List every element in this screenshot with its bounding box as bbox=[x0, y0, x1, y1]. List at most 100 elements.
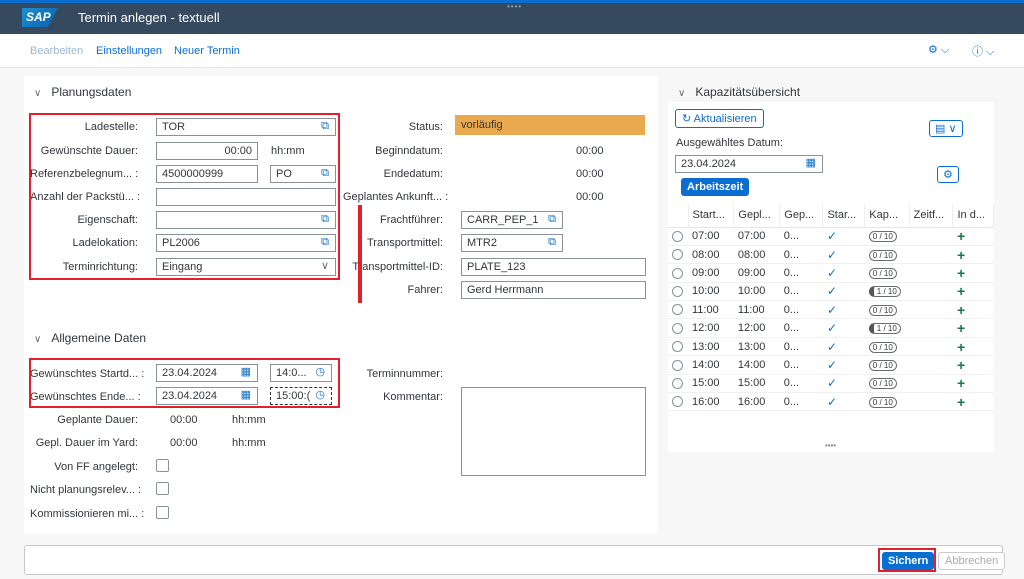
select-cell[interactable] bbox=[668, 318, 688, 338]
table-row[interactable]: 08:00 08:00 0... ✓ 0 / 10 + bbox=[668, 245, 994, 265]
radio-button[interactable] bbox=[672, 285, 683, 297]
select-cell[interactable] bbox=[668, 227, 688, 246]
gepl-cell: 11:00 bbox=[733, 300, 780, 320]
add-cell[interactable]: + bbox=[952, 282, 994, 302]
add-cell[interactable]: + bbox=[952, 227, 994, 246]
column-header[interactable]: Start... bbox=[688, 203, 735, 228]
add-icon[interactable]: + bbox=[957, 357, 965, 373]
add-cell[interactable]: + bbox=[952, 337, 994, 357]
nicht-checkbox[interactable] bbox=[156, 482, 169, 495]
date-input[interactable]: 23.04.2024 ▦ bbox=[675, 155, 823, 173]
table-row[interactable]: 07:00 07:00 0... ✓ 0 / 10 + bbox=[668, 227, 994, 246]
radio-button[interactable] bbox=[672, 359, 683, 371]
add-cell[interactable]: + bbox=[952, 300, 994, 320]
tmid-input[interactable]: PLATE_123 bbox=[461, 258, 646, 276]
resize-grip-icon[interactable]: •••• bbox=[825, 441, 836, 450]
select-cell[interactable] bbox=[668, 245, 688, 265]
fahrer-input[interactable]: Gerd Herrmann bbox=[461, 281, 646, 299]
capacity-badge: 0 / 10 bbox=[868, 396, 897, 408]
start-cell: 10:00 bbox=[688, 282, 734, 302]
radio-button[interactable] bbox=[672, 322, 683, 334]
select-cell[interactable] bbox=[668, 355, 688, 375]
zeitf-cell bbox=[909, 263, 953, 283]
general-section-header[interactable]: ∨ Allgemeine Daten bbox=[34, 331, 146, 345]
column-header[interactable]: Kap... bbox=[864, 203, 910, 228]
footer-bar: Sichern Abbrechen bbox=[24, 545, 1006, 575]
add-icon[interactable]: + bbox=[957, 302, 965, 318]
value-help-icon[interactable]: ⧉ bbox=[548, 213, 556, 225]
add-cell[interactable]: + bbox=[952, 355, 994, 375]
add-cell[interactable]: + bbox=[952, 374, 994, 394]
nicht-label: Nicht planungsrelev... : bbox=[30, 484, 142, 496]
komm-checkbox[interactable] bbox=[156, 506, 169, 519]
add-cell[interactable]: + bbox=[952, 392, 994, 412]
table-row[interactable]: 15:00 15:00 0... ✓ 0 / 10 + bbox=[668, 374, 994, 394]
status-cell: ✓ bbox=[822, 318, 865, 338]
add-icon[interactable]: + bbox=[957, 339, 965, 355]
add-icon[interactable]: + bbox=[957, 320, 965, 336]
add-icon[interactable]: + bbox=[957, 228, 965, 244]
add-cell[interactable]: + bbox=[952, 318, 994, 338]
capacity-badge: 0 / 10 bbox=[868, 378, 897, 390]
radio-button[interactable] bbox=[672, 396, 683, 408]
calendar-icon[interactable]: ▦ bbox=[806, 157, 816, 169]
new-appointment-link[interactable]: Neuer Termin bbox=[174, 45, 240, 57]
table-row[interactable]: 10:00 10:00 0... ✓ 1 / 10 + bbox=[668, 282, 994, 302]
status-cell: ✓ bbox=[822, 337, 865, 357]
add-cell[interactable]: + bbox=[952, 263, 994, 283]
refresh-button[interactable]: ↻ Aktualisieren bbox=[675, 109, 764, 128]
select-cell[interactable] bbox=[668, 337, 688, 357]
settings-menu-icon[interactable]: ⚙ ⌵ bbox=[928, 43, 949, 57]
add-cell[interactable]: + bbox=[952, 245, 994, 265]
gepl-cell: 13:00 bbox=[733, 337, 780, 357]
tm-input[interactable]: MTR2 ⧉ bbox=[461, 234, 563, 252]
save-button[interactable]: Sichern bbox=[882, 552, 935, 570]
value-help-icon[interactable]: ⧉ bbox=[548, 236, 556, 248]
ankunft-value: 00:00 bbox=[576, 191, 604, 203]
kommentar-textarea[interactable] bbox=[461, 387, 646, 476]
radio-button[interactable] bbox=[672, 341, 683, 353]
zeitf-cell bbox=[909, 355, 953, 375]
settings-link[interactable]: Einstellungen bbox=[96, 45, 162, 57]
gepl-cell: 15:00 bbox=[733, 374, 780, 394]
highlight-box bbox=[29, 358, 340, 408]
table-row[interactable]: 16:00 16:00 0... ✓ 0 / 10 + bbox=[668, 392, 994, 412]
select-cell[interactable] bbox=[668, 374, 688, 394]
select-cell[interactable] bbox=[668, 300, 688, 320]
table-row[interactable]: 14:00 14:00 0... ✓ 0 / 10 + bbox=[668, 355, 994, 375]
table-row[interactable]: 12:00 12:00 0... ✓ 1 / 10 + bbox=[668, 318, 994, 338]
select-cell[interactable] bbox=[668, 282, 688, 302]
add-icon[interactable]: + bbox=[957, 265, 965, 281]
radio-button[interactable] bbox=[672, 377, 683, 389]
help-menu-icon[interactable]: ⓘ ⌵ bbox=[972, 43, 994, 59]
radio-button[interactable] bbox=[672, 304, 683, 316]
column-header[interactable]: In d... bbox=[952, 203, 994, 228]
planning-section-header[interactable]: ∨ Planungsdaten bbox=[34, 85, 131, 99]
add-icon[interactable]: + bbox=[957, 247, 965, 263]
add-icon[interactable]: + bbox=[957, 375, 965, 391]
column-header[interactable]: Zeitf... bbox=[909, 203, 954, 228]
table-row[interactable]: 11:00 11:00 0... ✓ 0 / 10 + bbox=[668, 300, 994, 320]
select-cell[interactable] bbox=[668, 263, 688, 283]
radio-button[interactable] bbox=[672, 267, 683, 279]
ff-checkbox[interactable] bbox=[156, 459, 169, 472]
radio-button[interactable] bbox=[672, 249, 683, 261]
table-row[interactable]: 09:00 09:00 0... ✓ 0 / 10 + bbox=[668, 263, 994, 283]
column-header[interactable]: Gep... bbox=[779, 203, 824, 228]
worktime-button[interactable]: Arbeitszeit bbox=[681, 178, 750, 196]
column-header[interactable]: Gepl... bbox=[733, 203, 781, 228]
add-icon[interactable]: + bbox=[957, 394, 965, 410]
view-menu-icon[interactable]: ▤ ∨ bbox=[929, 120, 963, 137]
capacity-section-header[interactable]: ∨ Kapazitätsübersicht bbox=[678, 85, 800, 99]
start-cell: 12:00 bbox=[688, 318, 734, 338]
gear-icon[interactable]: ⚙ bbox=[937, 166, 959, 183]
edit-link[interactable]: Bearbeiten bbox=[30, 45, 83, 57]
column-header[interactable]: Star... bbox=[822, 203, 866, 228]
add-icon[interactable]: + bbox=[957, 283, 965, 299]
cancel-button[interactable]: Abbrechen bbox=[938, 552, 1006, 570]
table-row[interactable]: 13:00 13:00 0... ✓ 0 / 10 + bbox=[668, 337, 994, 357]
select-cell[interactable] bbox=[668, 392, 688, 412]
radio-button[interactable] bbox=[672, 230, 683, 242]
shell-bar: SAP Termin anlegen - textuell •••• bbox=[0, 0, 1024, 34]
fracht-input[interactable]: CARR_PEP_1 ⧉ bbox=[461, 211, 563, 229]
